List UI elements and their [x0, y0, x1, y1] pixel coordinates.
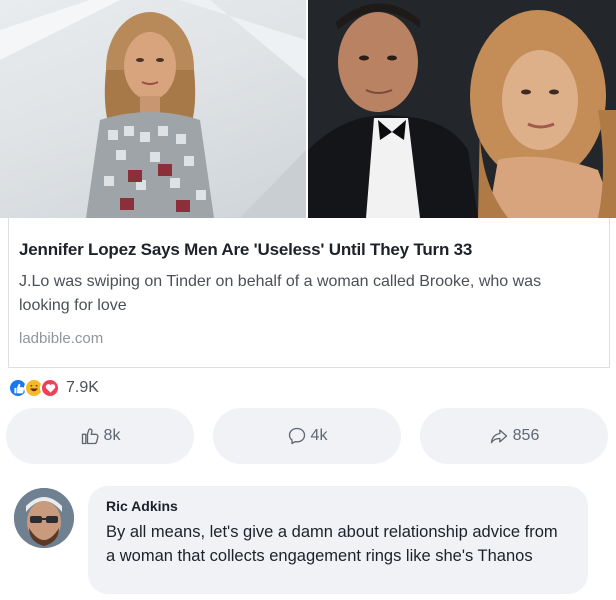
link-domain: ladbible.com	[19, 330, 104, 347]
red-carpet-photo-illustration	[0, 0, 306, 218]
comment-count: 4k	[310, 427, 328, 444]
link-title[interactable]: Jennifer Lopez Says Men Are 'Useless' Un…	[19, 240, 599, 260]
avatar-photo-illustration	[14, 488, 74, 548]
comment-bubble-icon	[288, 427, 305, 445]
share-button[interactable]: 856	[420, 408, 608, 464]
link-description: J.Lo was swiping on Tinder on behalf of …	[19, 273, 542, 314]
like-button[interactable]: 8k	[6, 408, 194, 464]
comment-text: By all means, let's give a damn about re…	[106, 523, 558, 565]
reactions-summary[interactable]: 7.9K	[8, 376, 99, 400]
thumbs-up-icon	[81, 428, 99, 445]
commenter-name[interactable]: Ric Adkins	[106, 498, 570, 514]
comment-bubble[interactable]: Ric Adkins By all means, let's give a da…	[88, 486, 588, 594]
share-arrow-icon	[490, 429, 507, 444]
post-actions-bar: 8k 4k 856	[0, 408, 616, 464]
link-preview-images[interactable]	[0, 0, 616, 218]
comment: Ric Adkins By all means, let's give a da…	[0, 480, 616, 600]
commenter-avatar[interactable]	[14, 488, 74, 548]
couple-photo-illustration	[308, 0, 616, 218]
reaction-count[interactable]: 7.9K	[66, 379, 99, 397]
share-count: 856	[512, 427, 540, 444]
link-preview-card[interactable]: Jennifer Lopez Says Men Are 'Useless' Un…	[8, 218, 610, 368]
like-count: 8k	[103, 427, 121, 444]
preview-photo-red-carpet[interactable]	[0, 0, 306, 218]
love-reaction-icon	[40, 378, 60, 398]
comment-button[interactable]: 4k	[213, 408, 401, 464]
preview-photo-couple[interactable]	[308, 0, 616, 218]
